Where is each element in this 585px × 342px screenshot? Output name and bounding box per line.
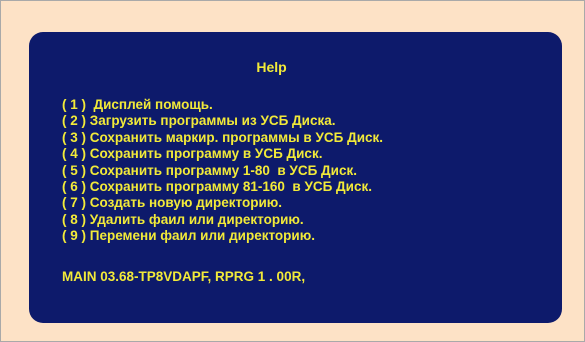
menu-item-create-directory[interactable]: ( 7 ) Создать новую директорию. — [62, 195, 383, 211]
menu-item-rename-file[interactable]: ( 9 ) Перемени фаил или директорию. — [62, 228, 383, 244]
menu-item-save-programs-1-80[interactable]: ( 5 ) Сохранить программу 1-80 в УСБ Дис… — [62, 163, 383, 179]
menu-item-load-programs[interactable]: ( 2 ) Загрузить программы из УСБ Диска. — [62, 113, 383, 129]
help-title: Help — [256, 59, 287, 75]
version-status-line: MAIN 03.68-TP8VDAPF, RPRG 1 . 00R, — [62, 269, 306, 284]
menu-item-save-programs-81-160[interactable]: ( 6 ) Сохранить программу 81-160 в УСБ Д… — [62, 179, 383, 195]
screen-frame: Help ( 1 ) Дисплей помощь. ( 2 ) Загрузи… — [0, 0, 585, 342]
help-menu: ( 1 ) Дисплей помощь. ( 2 ) Загрузить пр… — [62, 97, 383, 245]
menu-item-delete-file[interactable]: ( 8 ) Удалить фаил или директорию. — [62, 212, 383, 228]
menu-item-display-help[interactable]: ( 1 ) Дисплей помощь. — [62, 97, 383, 113]
menu-item-save-program[interactable]: ( 4 ) Сохранить программу в УСБ Диск. — [62, 146, 383, 162]
menu-item-save-marked-programs[interactable]: ( 3 ) Сохранить маркир. программы в УСБ … — [62, 130, 383, 146]
